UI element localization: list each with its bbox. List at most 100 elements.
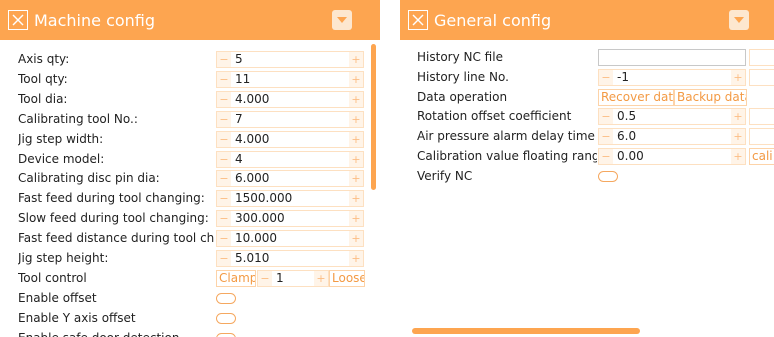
- value-stepper[interactable]: − -1 +: [598, 69, 746, 86]
- calibration-button[interactable]: cali: [749, 148, 774, 165]
- extra-input[interactable]: [749, 69, 774, 86]
- config-row-label: Verify NC: [417, 169, 473, 183]
- decrement-button[interactable]: −: [599, 70, 613, 85]
- stepper-value[interactable]: 1500.000: [231, 191, 349, 206]
- config-row-label: Tool dia:: [18, 92, 68, 106]
- config-row: Data operation Recover data Backup data: [400, 88, 774, 107]
- stepper-value[interactable]: 300.000: [231, 211, 349, 226]
- decrement-button[interactable]: −: [217, 152, 231, 167]
- decrement-button[interactable]: −: [217, 132, 231, 147]
- stepper-value[interactable]: 5: [231, 52, 349, 67]
- value-stepper[interactable]: −0.5 +: [598, 108, 746, 125]
- machine-config-dropdown-button[interactable]: [332, 10, 352, 30]
- value-stepper[interactable]: −10.000 +: [216, 230, 364, 247]
- extra-input[interactable]: [749, 108, 774, 125]
- stepper-value[interactable]: 1: [272, 271, 314, 286]
- increment-button[interactable]: +: [349, 191, 363, 206]
- value-stepper[interactable]: −4 +: [216, 151, 364, 168]
- recover-data-button[interactable]: Recover data: [598, 89, 674, 106]
- stepper-value[interactable]: 11: [231, 72, 349, 87]
- config-row: Tool qty: −11 +: [0, 70, 370, 89]
- general-config-horizontal-scrollbar[interactable]: [412, 328, 640, 334]
- value-stepper[interactable]: −4.000 +: [216, 91, 364, 108]
- increment-button[interactable]: +: [349, 171, 363, 186]
- general-config-panel: General config History NC file History li…: [400, 0, 774, 337]
- increment-button[interactable]: +: [731, 129, 745, 144]
- stepper-value[interactable]: 6.0: [613, 129, 731, 144]
- value-stepper[interactable]: −1 +: [257, 270, 329, 287]
- general-config-dropdown-button[interactable]: [729, 10, 749, 30]
- decrement-button[interactable]: −: [599, 129, 613, 144]
- browse-button[interactable]: [749, 49, 774, 66]
- decrement-button[interactable]: −: [217, 251, 231, 266]
- toggle-switch[interactable]: [216, 333, 236, 337]
- loose-button[interactable]: Loose: [329, 270, 365, 287]
- stepper-value[interactable]: 0.5: [613, 109, 731, 124]
- increment-button[interactable]: +: [349, 231, 363, 246]
- verify-nc-toggle[interactable]: [598, 171, 618, 182]
- stepper-value[interactable]: 5.010: [231, 251, 349, 266]
- stepper-value[interactable]: 7: [231, 112, 349, 127]
- increment-button[interactable]: +: [349, 251, 363, 266]
- value-stepper[interactable]: −5 +: [216, 51, 364, 68]
- stepper-value[interactable]: 0.00: [613, 149, 731, 164]
- decrement-button[interactable]: −: [217, 52, 231, 67]
- increment-button[interactable]: +: [349, 92, 363, 107]
- config-row: Axis qty: −5 +: [0, 50, 370, 69]
- value-stepper[interactable]: −1500.000 +: [216, 190, 364, 207]
- decrement-button[interactable]: −: [599, 109, 613, 124]
- config-row: Calibration value floating range −0.00 + ca…: [400, 147, 774, 166]
- value-stepper[interactable]: −7 +: [216, 111, 364, 128]
- value-stepper[interactable]: −5.010 +: [216, 250, 364, 267]
- stepper-value[interactable]: 4.000: [231, 92, 349, 107]
- config-row-label: Slow feed during tool changing:: [18, 211, 209, 225]
- decrement-button[interactable]: −: [217, 112, 231, 127]
- stepper-value[interactable]: 10.000: [231, 231, 349, 246]
- increment-button[interactable]: +: [731, 109, 745, 124]
- decrement-button[interactable]: −: [217, 231, 231, 246]
- increment-button[interactable]: +: [349, 152, 363, 167]
- machine-config-close-button[interactable]: [8, 10, 28, 30]
- stepper-value[interactable]: 4.000: [231, 132, 349, 147]
- increment-button[interactable]: +: [731, 149, 745, 164]
- stepper-value[interactable]: 4: [231, 152, 349, 167]
- chevron-down-icon: [734, 17, 744, 23]
- increment-button[interactable]: +: [349, 72, 363, 87]
- decrement-button[interactable]: −: [217, 72, 231, 87]
- extra-input[interactable]: [749, 128, 774, 145]
- decrement-button[interactable]: −: [217, 92, 231, 107]
- toggle-switch[interactable]: [216, 293, 236, 304]
- decrement-button[interactable]: −: [258, 271, 272, 286]
- machine-config-scrollbar[interactable]: [371, 44, 376, 190]
- increment-button[interactable]: +: [731, 70, 745, 85]
- machine-config-header: Machine config: [0, 0, 380, 40]
- config-row-label: Fast feed during tool changing:: [18, 191, 205, 205]
- value-stepper[interactable]: −6.000 +: [216, 170, 364, 187]
- increment-button[interactable]: +: [314, 271, 328, 286]
- backup-data-button[interactable]: Backup data: [674, 89, 747, 106]
- value-stepper[interactable]: −11 +: [216, 71, 364, 88]
- decrement-button[interactable]: −: [217, 171, 231, 186]
- clamp-button[interactable]: Clamp: [216, 270, 256, 287]
- increment-button[interactable]: +: [349, 52, 363, 67]
- value-stepper[interactable]: −6.0 +: [598, 128, 746, 145]
- config-row-label: Jig step height:: [18, 251, 109, 265]
- stepper-value[interactable]: 6.000: [231, 171, 349, 186]
- decrement-button[interactable]: −: [217, 191, 231, 206]
- general-config-close-button[interactable]: [408, 10, 428, 30]
- value-stepper[interactable]: −300.000 +: [216, 210, 364, 227]
- increment-button[interactable]: +: [349, 132, 363, 147]
- close-icon: [12, 14, 24, 26]
- increment-button[interactable]: +: [349, 112, 363, 127]
- value-stepper[interactable]: −4.000 +: [216, 131, 364, 148]
- value-stepper[interactable]: −0.00 +: [598, 148, 746, 165]
- increment-button[interactable]: +: [349, 211, 363, 226]
- decrement-button[interactable]: −: [599, 149, 613, 164]
- machine-config-panel: Machine config Axis qty: −5 + Tool qty: −11 +…: [0, 0, 380, 337]
- history-nc-file-input[interactable]: [598, 49, 746, 66]
- stepper-value[interactable]: -1: [613, 70, 731, 85]
- decrement-button[interactable]: −: [217, 211, 231, 226]
- toggle-switch[interactable]: [216, 313, 236, 324]
- config-row: Rotation offset coefficient −0.5 +: [400, 107, 774, 126]
- config-row-label: Tool qty:: [18, 72, 68, 86]
